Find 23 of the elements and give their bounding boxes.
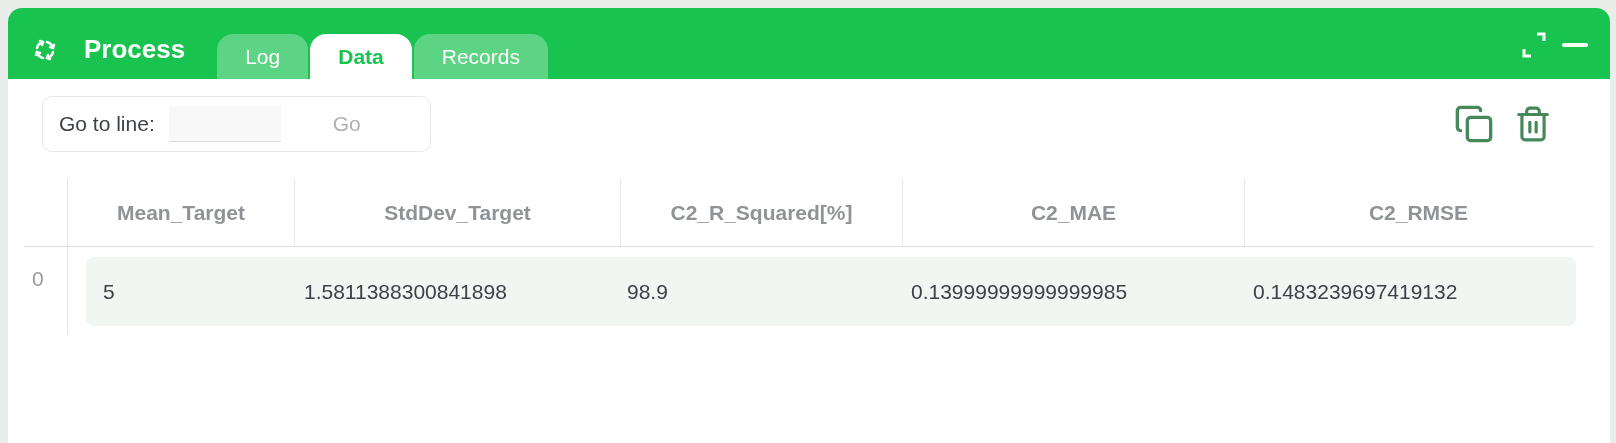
go-button[interactable]: Go <box>332 108 361 140</box>
column-header: C2_MAE <box>903 179 1245 246</box>
table-cell-text: 0.13999999999999985 <box>910 278 1129 305</box>
trash-icon[interactable] <box>1514 105 1552 143</box>
table-cell-text: 5 <box>102 278 116 305</box>
expand-arrows-icon <box>34 38 56 61</box>
column-header: C2_R_Squared[%] <box>621 179 903 246</box>
line-number-field[interactable] <box>168 106 281 142</box>
row-index: 0 <box>31 266 45 292</box>
table-cell-text: 98.9 <box>626 278 669 305</box>
tab[interactable]: Records <box>413 34 548 79</box>
collapse-icon[interactable] <box>1522 31 1548 58</box>
column-header: Mean_Target <box>68 179 295 246</box>
go-to-line-label: Go to line: <box>59 111 155 138</box>
window-title: Process <box>84 33 186 66</box>
table-cell-text: 0.1483239697419132 <box>1252 278 1458 305</box>
column-header: C2_RMSE <box>1367 199 1470 226</box>
column-header: StdDev_Target <box>295 179 621 246</box>
copy-icon[interactable] <box>1454 104 1494 144</box>
minimize-icon[interactable] <box>1562 42 1588 47</box>
tab[interactable]: Data <box>310 34 412 79</box>
table-cell-text: 1.5811388300841898 <box>303 278 508 305</box>
tab[interactable]: Log <box>217 34 309 79</box>
